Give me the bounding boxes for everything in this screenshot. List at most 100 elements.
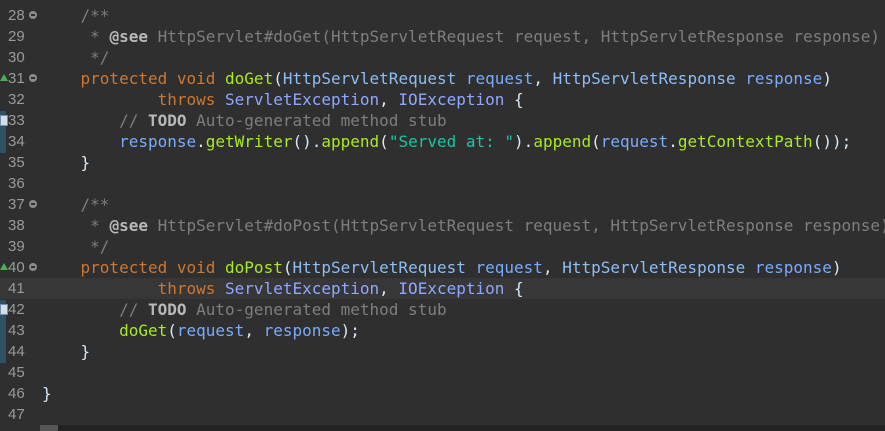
code-token: ServletException bbox=[225, 90, 380, 109]
code-line[interactable]: 44 } bbox=[0, 341, 885, 362]
code-line[interactable]: 47 bbox=[0, 404, 885, 425]
code-line[interactable]: 29 * @see HttpServlet#doGet(HttpServletR… bbox=[0, 26, 885, 47]
code-token: // bbox=[42, 111, 148, 130]
fold-collapse-icon[interactable] bbox=[29, 11, 37, 19]
code-token: , bbox=[379, 279, 399, 298]
code-text[interactable]: protected void doGet(HttpServletRequest … bbox=[42, 68, 832, 89]
code-token: request bbox=[176, 321, 245, 340]
code-token: { bbox=[504, 90, 524, 109]
code-token: ). bbox=[514, 132, 534, 151]
code-token: request bbox=[600, 132, 669, 151]
fold-collapse-icon[interactable] bbox=[29, 263, 37, 271]
code-token: append bbox=[533, 132, 592, 151]
line-number: 42 bbox=[8, 301, 25, 318]
code-token: HttpServlet#doPost(HttpServletRequest re… bbox=[147, 216, 885, 235]
line-number: 39 bbox=[8, 238, 25, 255]
code-token: , bbox=[533, 69, 553, 88]
task-marker-icon[interactable] bbox=[0, 115, 8, 126]
code-token: ( bbox=[167, 321, 177, 340]
line-number: 30 bbox=[8, 49, 25, 66]
code-token: HttpServletRequest bbox=[292, 258, 466, 277]
override-marker-icon[interactable] bbox=[0, 263, 8, 270]
code-line[interactable]: 42 // TODO Auto-generated method stub bbox=[0, 299, 885, 320]
code-line[interactable]: 31 protected void doGet(HttpServletReque… bbox=[0, 68, 885, 89]
code-token: HttpServletResponse bbox=[552, 69, 736, 88]
code-token: append bbox=[321, 132, 380, 151]
code-text[interactable]: doGet(request, response); bbox=[42, 320, 360, 341]
code-text[interactable]: * @see HttpServlet#doGet(HttpServletRequ… bbox=[42, 26, 880, 47]
code-token: ( bbox=[591, 132, 601, 151]
code-token: ) bbox=[831, 258, 842, 277]
line-number: 43 bbox=[8, 322, 25, 339]
code-text[interactable]: */ bbox=[42, 47, 109, 68]
code-token: doPost bbox=[225, 258, 283, 277]
code-token: ( bbox=[273, 69, 283, 88]
code-token: /** bbox=[42, 6, 110, 25]
code-token: ) bbox=[822, 69, 832, 88]
code-editor[interactable]: 28 /** 29 * @see HttpServlet#doGet(HttpSe… bbox=[0, 0, 885, 431]
code-text[interactable]: // TODO Auto-generated method stub bbox=[42, 110, 447, 131]
line-number: 46 bbox=[8, 385, 25, 402]
code-line[interactable]: 28 /** bbox=[0, 5, 885, 26]
code-token: throws bbox=[42, 90, 226, 109]
code-line[interactable]: 46} bbox=[0, 383, 885, 404]
code-text[interactable]: /** bbox=[42, 5, 110, 26]
code-token: HttpServletRequest bbox=[282, 69, 457, 88]
code-text[interactable]: } bbox=[42, 383, 52, 404]
code-token: . bbox=[196, 132, 206, 151]
code-token: response bbox=[119, 132, 197, 151]
code-line[interactable]: 34 response.getWriter().append("Served a… bbox=[0, 131, 885, 152]
code-text[interactable]: // TODO Auto-generated method stub bbox=[42, 299, 447, 320]
line-number: 44 bbox=[8, 343, 25, 360]
code-token: @see bbox=[109, 216, 148, 235]
code-text[interactable]: /** bbox=[42, 194, 110, 215]
code-token: { bbox=[504, 279, 524, 298]
code-token: TODO bbox=[147, 111, 187, 130]
code-token: getWriter bbox=[205, 132, 293, 151]
code-line[interactable]: 33 // TODO Auto-generated method stub bbox=[0, 110, 885, 131]
code-token: response bbox=[745, 69, 823, 88]
code-token: TODO bbox=[147, 300, 187, 319]
code-token: protected void bbox=[42, 69, 226, 88]
code-line[interactable]: 37 /** bbox=[0, 194, 885, 215]
code-line[interactable]: 36 bbox=[0, 173, 885, 194]
code-text[interactable]: response.getWriter().append("Served at: … bbox=[42, 131, 851, 152]
task-marker-icon[interactable] bbox=[0, 304, 8, 315]
code-line[interactable]: 45 bbox=[0, 362, 885, 383]
code-line[interactable]: 32 throws ServletException, IOException … bbox=[0, 89, 885, 110]
code-token: "Served at: " bbox=[388, 132, 515, 151]
horizontal-scrollbar[interactable] bbox=[40, 425, 885, 431]
override-marker-icon[interactable] bbox=[0, 74, 8, 81]
code-line[interactable]: 35 } bbox=[0, 152, 885, 173]
code-token: request bbox=[465, 69, 534, 88]
line-number: 45 bbox=[8, 364, 25, 381]
horizontal-scrollbar-thumb[interactable] bbox=[40, 425, 58, 431]
line-number: 32 bbox=[8, 91, 25, 108]
code-text[interactable]: throws ServletException, IOException { bbox=[42, 89, 524, 110]
code-line[interactable]: 30 */ bbox=[0, 47, 885, 68]
fold-collapse-icon[interactable] bbox=[29, 74, 37, 82]
code-text[interactable]: } bbox=[42, 341, 91, 362]
code-text[interactable]: throws ServletException, IOException { bbox=[42, 278, 524, 299]
line-number: 41 bbox=[8, 280, 25, 297]
code-token: */ bbox=[42, 48, 110, 67]
code-text[interactable]: * @see HttpServlet#doPost(HttpServletReq… bbox=[42, 215, 885, 236]
code-token: HttpServlet#doGet(HttpServletRequest req… bbox=[147, 27, 881, 46]
code-line[interactable]: 38 * @see HttpServlet#doPost(HttpServlet… bbox=[0, 215, 885, 236]
code-line[interactable]: 39 */ bbox=[0, 236, 885, 257]
code-token: ); bbox=[340, 321, 360, 340]
code-line[interactable]: 41 throws ServletException, IOException … bbox=[0, 278, 885, 299]
code-token: throws bbox=[42, 279, 226, 298]
line-number: 36 bbox=[8, 175, 25, 192]
code-line[interactable]: 40 protected void doPost(HttpServletRequ… bbox=[0, 257, 885, 278]
code-token: } bbox=[42, 384, 52, 403]
fold-collapse-icon[interactable] bbox=[29, 200, 37, 208]
code-text[interactable]: protected void doPost(HttpServletRequest… bbox=[42, 257, 842, 278]
code-line[interactable]: 43 doGet(request, response); bbox=[0, 320, 885, 341]
code-text[interactable]: } bbox=[42, 152, 91, 173]
code-text[interactable]: */ bbox=[42, 236, 109, 257]
